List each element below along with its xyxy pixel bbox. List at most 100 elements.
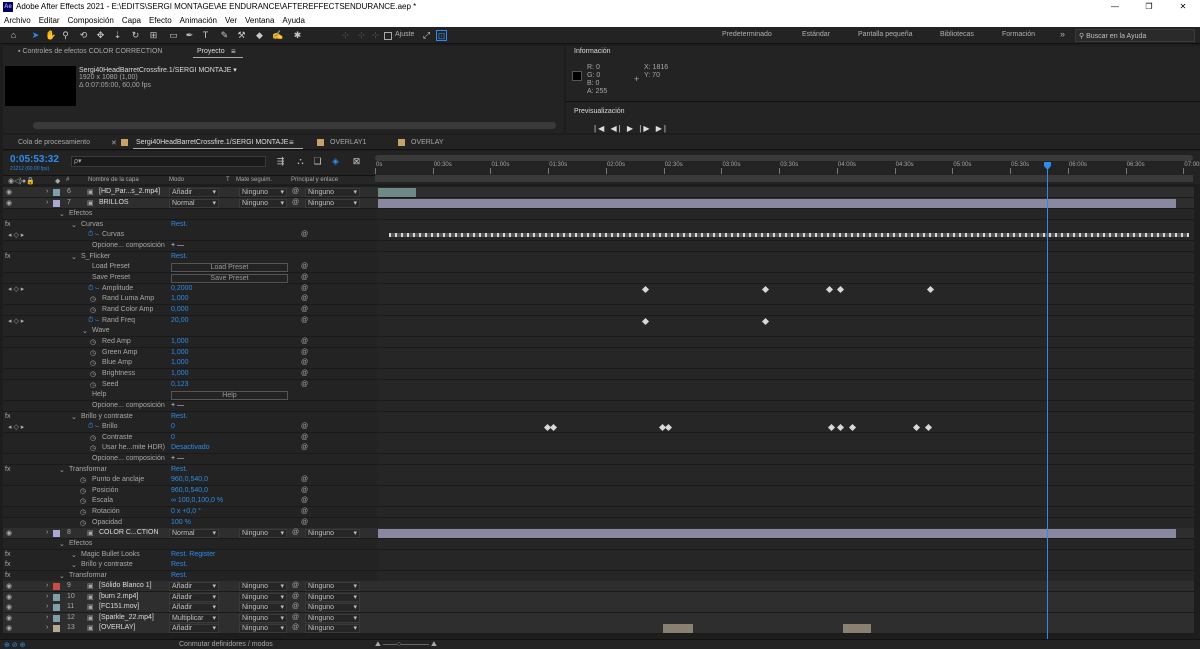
keyframe[interactable] [543, 423, 551, 432]
timeline-lane[interactable] [378, 305, 1194, 316]
expression-pickwhip-icon[interactable]: @ [301, 263, 308, 270]
layer-name[interactable]: [Sólido Blanco 1] [99, 582, 152, 589]
expand-chevron-icon[interactable]: › [46, 593, 48, 600]
keyframe[interactable] [837, 285, 845, 294]
blend-mode-select[interactable]: Multiplicar [169, 614, 219, 623]
menu-ver[interactable]: Ver [221, 14, 241, 27]
expression-pickwhip-icon[interactable]: @ [301, 423, 308, 430]
pickwhip-icon[interactable]: @ [292, 624, 299, 631]
pan-behind-icon[interactable]: ⊞ [148, 30, 159, 41]
timeline-lane[interactable] [378, 220, 1194, 231]
stopwatch-icon[interactable]: ◷ [90, 381, 96, 389]
more-workspaces-button[interactable]: » [1060, 29, 1065, 39]
brush-tool-icon[interactable]: ✎ [219, 30, 230, 41]
expression-pickwhip-icon[interactable]: @ [301, 359, 308, 366]
layer-name[interactable]: [OVERLAY] [99, 624, 135, 631]
timeline-lane[interactable] [378, 230, 1194, 241]
property-value[interactable]: Rest. [171, 466, 187, 473]
timeline-lane[interactable] [378, 273, 1194, 284]
expression-pickwhip-icon[interactable]: @ [301, 338, 308, 345]
expression-pickwhip-icon[interactable]: @ [301, 508, 308, 515]
blend-mode-select[interactable]: Añadir [169, 593, 219, 602]
timeline-lane[interactable] [378, 412, 1194, 423]
property-value[interactable]: 0 x +0,0 ° [171, 508, 201, 515]
stopwatch-icon[interactable]: ◷ [90, 359, 96, 367]
expression-pickwhip-icon[interactable]: @ [301, 487, 308, 494]
pickwhip-icon[interactable]: @ [292, 529, 299, 536]
expression-pickwhip-icon[interactable]: @ [301, 349, 308, 356]
keyframe[interactable] [827, 423, 836, 432]
property-row[interactable]: Help Help [3, 390, 378, 401]
twirl-icon[interactable]: ⌄ [59, 466, 65, 474]
layer-bar[interactable] [663, 624, 693, 633]
stopwatch-icon[interactable]: ⏱ ⌙ [88, 285, 99, 293]
blend-mode-select[interactable]: Normal [169, 199, 219, 208]
shy-icon[interactable]: ❏ [312, 156, 323, 167]
label-color-swatch[interactable] [53, 530, 60, 537]
visibility-eye-icon[interactable]: ◉ [6, 624, 12, 632]
keyframe[interactable] [658, 423, 666, 432]
timeline-lane[interactable] [378, 465, 1194, 476]
stopwatch-icon[interactable]: ◷ [90, 338, 96, 346]
menu-archivo[interactable]: Archivo [0, 14, 35, 27]
timeline-lane[interactable] [378, 507, 1194, 518]
layer-name[interactable]: [FC151.mov] [99, 603, 139, 610]
pen-tool-icon[interactable]: ✒ [184, 30, 195, 41]
current-timecode[interactable]: 0:05:53:32 [10, 154, 59, 165]
blend-mode-select[interactable]: Añadir [169, 624, 219, 633]
visibility-eye-icon[interactable]: ◉ [6, 582, 12, 590]
stopwatch-icon[interactable]: ◷ [80, 476, 86, 484]
layer-name[interactable]: [burn 2.mp4] [99, 593, 138, 600]
timeline-lane[interactable] [378, 198, 1194, 209]
keyframe-nav-icon[interactable]: ◂ ◇ ▸ [8, 423, 24, 431]
expand-chevron-icon[interactable]: › [46, 529, 48, 536]
timeline-lane[interactable] [378, 326, 1194, 337]
help-search-input[interactable]: ⚲ Buscar en la Ayuda [1075, 29, 1195, 42]
property-value[interactable]: Rest. [171, 413, 187, 420]
parent-select[interactable]: Ninguno [305, 199, 360, 208]
property-value[interactable]: + — [171, 455, 184, 462]
stopwatch-icon[interactable]: ◷ [90, 306, 96, 314]
property-row[interactable]: Opcione... composición + — [3, 401, 378, 412]
property-row[interactable]: ⌄ Wave [3, 326, 378, 337]
text-tool-icon[interactable]: T [200, 30, 211, 41]
property-value[interactable]: 20,00 [171, 317, 189, 324]
rotate-tool-icon[interactable]: ↻ [130, 30, 141, 41]
keyframe[interactable] [913, 423, 921, 432]
expression-pickwhip-icon[interactable]: @ [301, 519, 308, 526]
parent-select[interactable]: Ninguno [305, 188, 360, 197]
layer-row[interactable]: ◉ › 11 ▣ [FC151.mov] Añadir Ninguno @ Ninguno [3, 602, 378, 613]
stopwatch-icon[interactable]: ⏱ ⌙ [88, 423, 99, 431]
snap-icon[interactable]: ⤢ [421, 30, 432, 41]
label-color-swatch[interactable] [53, 200, 60, 207]
twirl-icon[interactable]: ⌄ [71, 221, 77, 229]
parent-select[interactable]: Ninguno [305, 603, 360, 612]
fx-icon[interactable]: fx [5, 221, 10, 228]
property-row[interactable]: Load Preset Load Preset @ [3, 262, 378, 273]
timeline-lane[interactable] [378, 528, 1194, 539]
tab-overlay[interactable]: OVERLAY [411, 139, 444, 146]
keyframe[interactable] [837, 423, 845, 432]
stopwatch-icon[interactable]: ◷ [90, 295, 96, 303]
timeline-lane[interactable] [378, 358, 1194, 369]
property-value[interactable]: 0,2000 [171, 285, 192, 292]
keyframe[interactable] [641, 285, 649, 294]
visibility-eye-icon[interactable]: ◉ [6, 614, 12, 622]
property-value[interactable]: + — [171, 402, 184, 409]
expression-pickwhip-icon[interactable]: @ [301, 497, 308, 504]
comp-menu-icon[interactable]: ≡ [289, 138, 294, 147]
timeline-lane[interactable] [378, 443, 1194, 454]
menu-composicion[interactable]: Composición [64, 14, 118, 27]
track-matte-select[interactable]: Ninguno [239, 582, 287, 591]
keyframe[interactable] [762, 285, 770, 294]
property-value[interactable]: 0,123 [171, 381, 189, 388]
layer-name[interactable]: COLOR C...CTION [99, 529, 159, 536]
expression-pickwhip-icon[interactable]: @ [301, 274, 308, 281]
keyframe[interactable] [825, 285, 833, 294]
minimize-button[interactable]: — [1098, 0, 1132, 14]
stopwatch-icon[interactable]: ◷ [80, 519, 86, 527]
playhead[interactable] [1047, 162, 1048, 640]
layer-name[interactable]: BRILLOS [99, 199, 129, 206]
track-matte-select[interactable]: Ninguno [239, 188, 287, 197]
expression-pickwhip-icon[interactable]: @ [301, 317, 308, 324]
